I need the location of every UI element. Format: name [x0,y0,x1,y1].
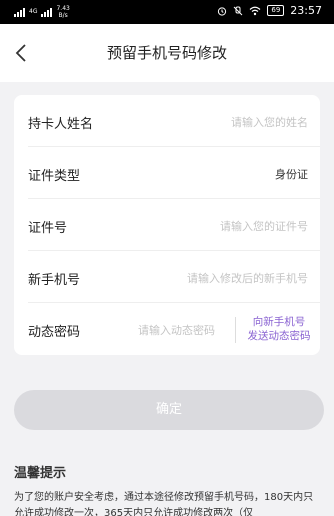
confirm-button[interactable]: 确定 [14,390,324,430]
phone-input[interactable]: 请输入修改后的新手机号 [187,270,308,286]
id-type-value[interactable]: 身份证 [275,166,308,182]
mute-icon [234,6,243,15]
status-right: 69 23:57 [217,4,322,17]
otp-label: 动态密码 [28,325,81,340]
id-number-input[interactable]: 请输入您的证件号 [220,218,308,234]
status-left: 4G 7.43 B/s [14,5,70,19]
id-number-row: 证件号 请输入您的证件号 [14,199,320,251]
signal-icon [14,7,25,17]
send-otp-line2: 发送动态密码 [247,330,311,342]
id-type-row[interactable]: 证件类型 身份证 [14,147,320,199]
id-number-label: 证件号 [28,221,68,236]
form-card: 持卡人姓名 请输入您的姓名 证件类型 身份证 证件号 请输入您的证件号 新手机号… [14,95,320,355]
send-otp-button[interactable]: 向新手机号 发送动态密码 [243,315,315,343]
otp-row: 动态密码 请输入动态密码 向新手机号 发送动态密码 [14,303,320,355]
phone-row: 新手机号 请输入修改后的新手机号 [14,251,320,303]
signal-icon [41,7,53,17]
tips-text: 为了您的账户安全考虑，通过本途径修改预留手机号码，180天内只允许成功修改一次，… [14,492,314,516]
phone-label: 新手机号 [28,273,81,288]
page-title: 预留手机号码修改 [106,44,227,62]
nav-bar: 预留手机号码修改 [0,24,334,82]
id-type-label: 证件类型 [28,169,81,184]
alarm-icon [218,6,227,16]
otp-input[interactable]: 请输入动态密码 [138,322,215,338]
battery-icon: 69 [267,5,285,16]
send-otp-line1: 向新手机号 [252,316,306,328]
network-speed: 7.43 B/s [56,5,69,19]
wifi-icon [249,6,261,15]
name-label: 持卡人姓名 [28,117,94,132]
clock: 23:57 [290,4,322,17]
name-row: 持卡人姓名 请输入您的姓名 [14,95,320,147]
otp-separator [235,317,236,343]
speed-value: 7.43 [56,5,70,12]
tips-title: 温馨提示 [14,466,67,481]
status-bar: 4G 7.43 B/s 69 23:57 [0,0,334,24]
name-input[interactable]: 请输入您的姓名 [231,114,308,130]
speed-unit: B/s [58,12,68,19]
network-type: 4G [29,8,38,15]
